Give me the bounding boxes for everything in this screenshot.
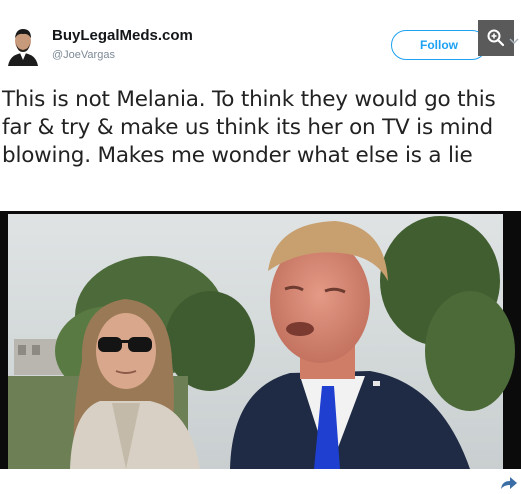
avatar[interactable]	[6, 26, 40, 66]
chevron-down-icon[interactable]	[509, 36, 519, 46]
tweet-media-image[interactable]	[0, 211, 521, 469]
tweet-header: BuyLegalMeds.com @JoeVargas Follow	[0, 0, 521, 78]
user-handle[interactable]: @JoeVargas	[52, 49, 115, 61]
tweet-text: This is not Melania. To think they would…	[2, 87, 496, 168]
display-name[interactable]: BuyLegalMeds.com	[52, 27, 193, 44]
tweet-footer	[0, 469, 521, 494]
follow-button[interactable]: Follow	[391, 30, 487, 60]
share-icon[interactable]	[500, 476, 518, 490]
